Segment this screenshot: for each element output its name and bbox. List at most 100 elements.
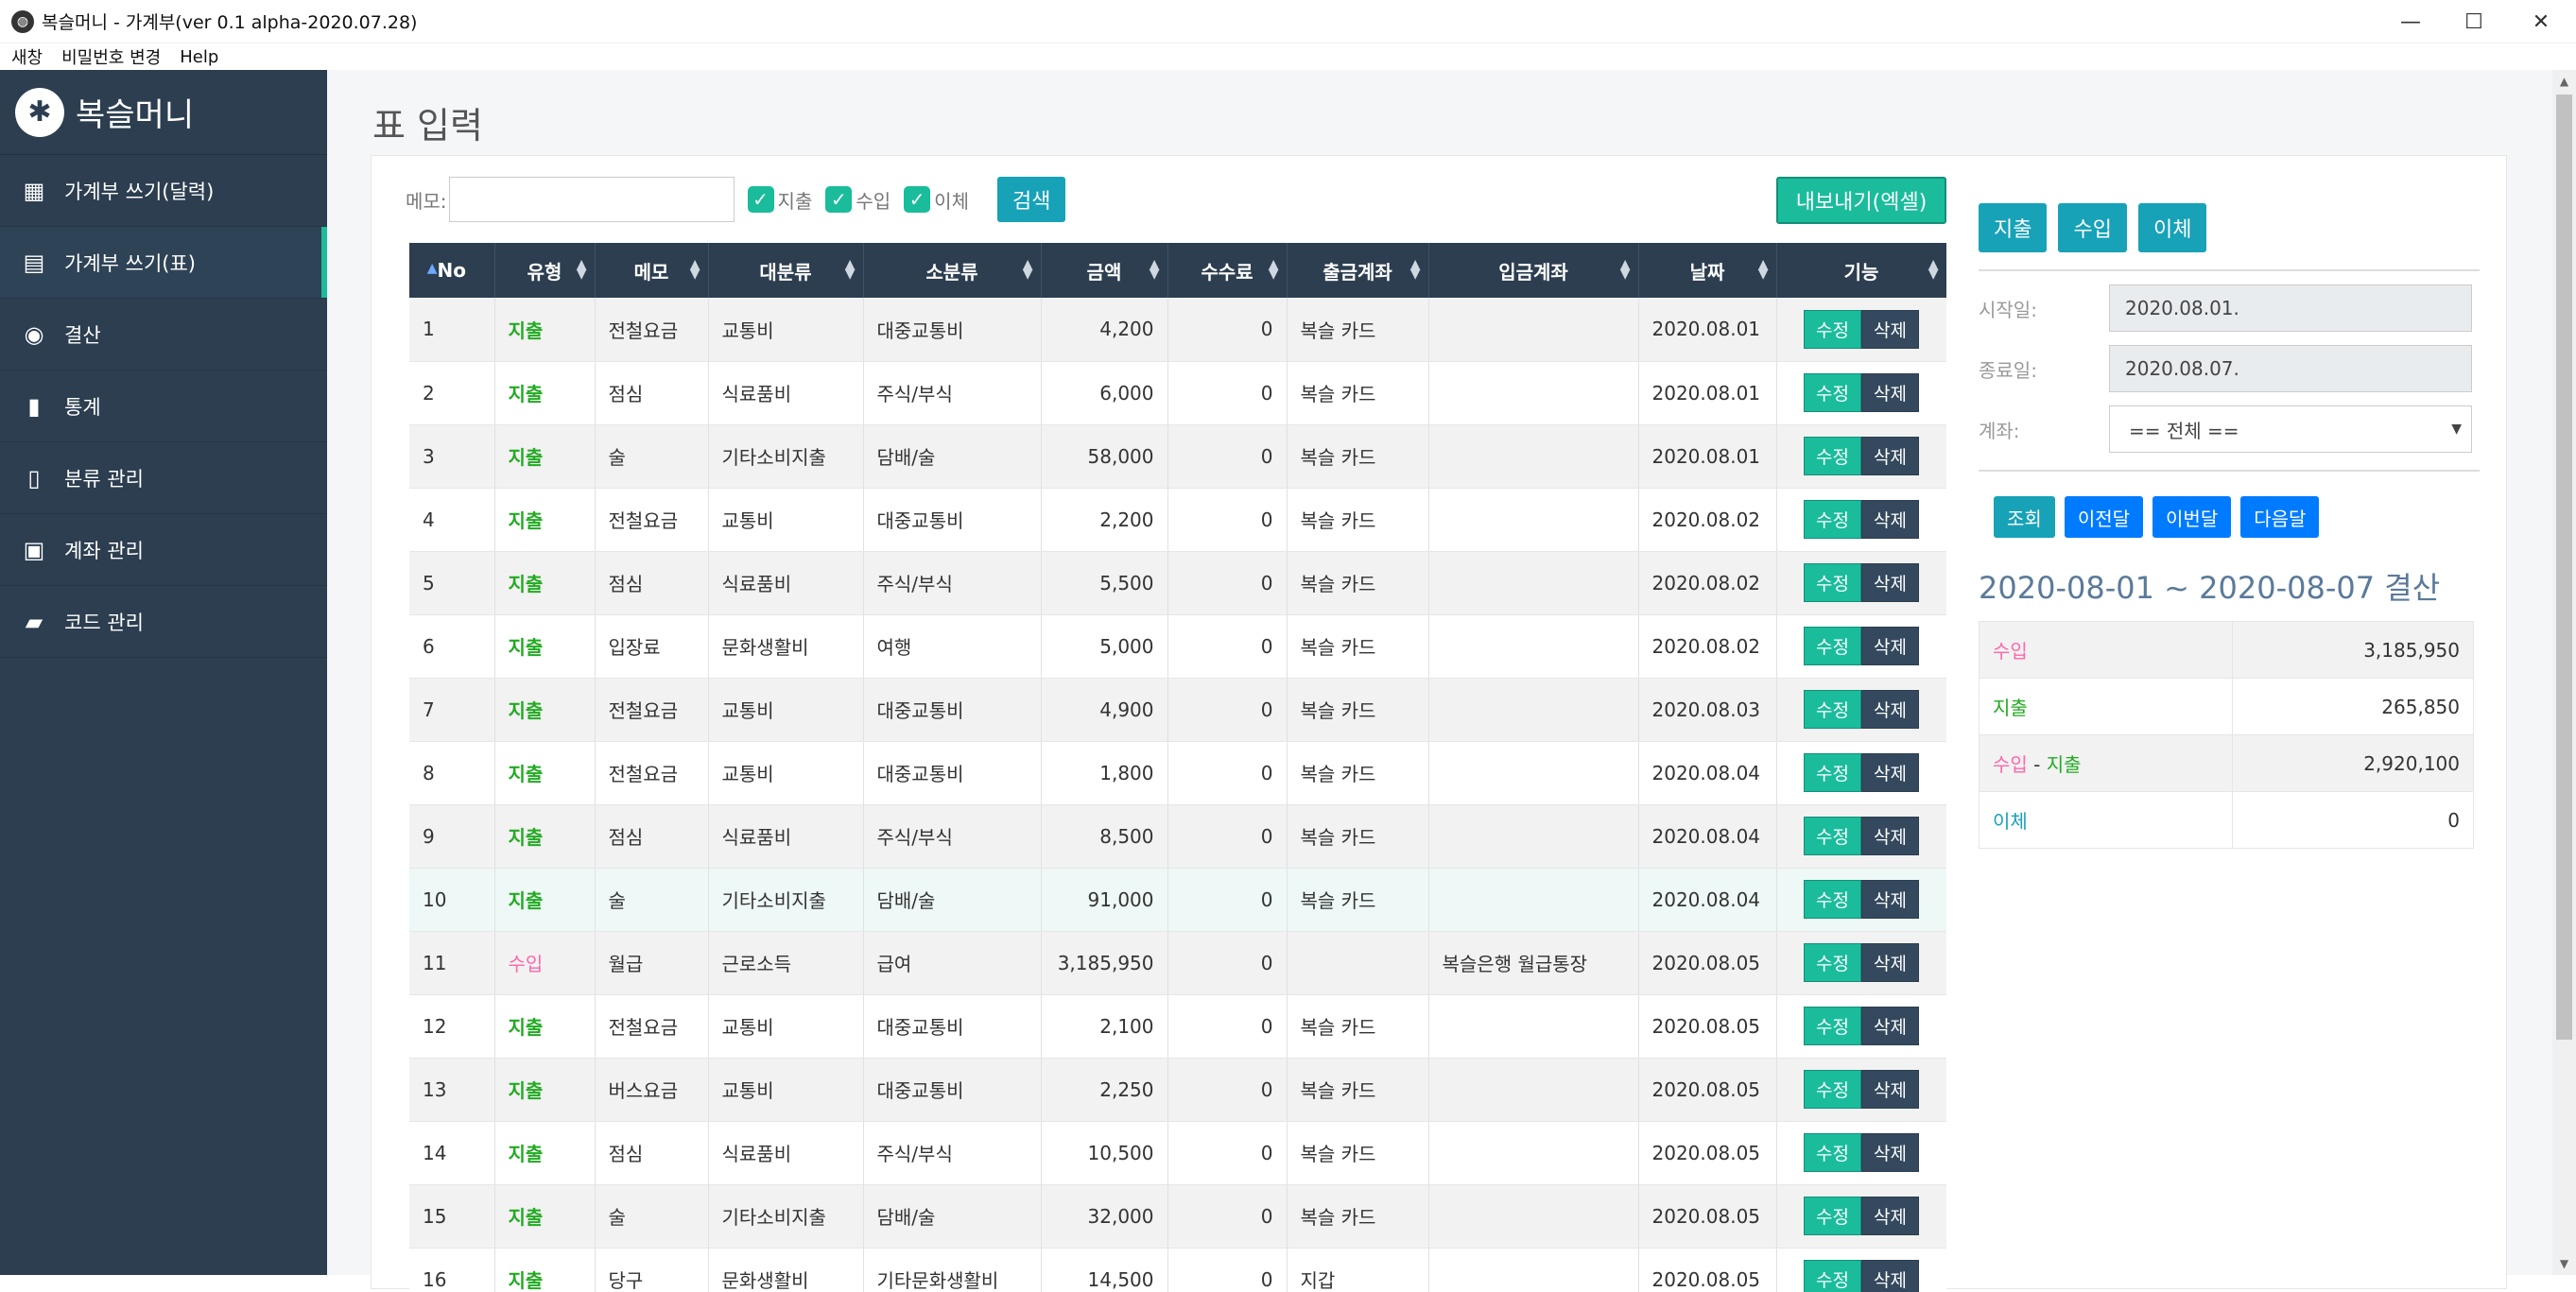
edit-button[interactable]: 수정 bbox=[1804, 943, 1861, 982]
menu-change-password[interactable]: 비밀번호 변경 bbox=[61, 44, 161, 69]
delete-button[interactable]: 삭제 bbox=[1861, 309, 1919, 349]
column-header-5[interactable]: 금액 ▲ ▼ bbox=[1041, 243, 1168, 298]
column-header-6[interactable]: 수수료 ▲ ▼ bbox=[1167, 243, 1288, 298]
delete-button[interactable]: 삭제 bbox=[1861, 943, 1919, 982]
table-row[interactable]: 3 지출 술 기타소비지출 담배/술 58,000 0 복슬 카드 2020.08.01 수정 삭제 bbox=[409, 424, 1946, 489]
table-row[interactable]: 11 수입 월급 근로소득 급여 3,185,950 0 복슬은행 월급통장 2020.08.0… bbox=[409, 931, 1946, 995]
memo-input[interactable] bbox=[448, 177, 735, 222]
filter-income-checkbox[interactable]: ✓ 수입 bbox=[825, 186, 890, 214]
column-header-3[interactable]: 대분류 ▲ ▼ bbox=[708, 243, 864, 298]
column-header-0[interactable]: No ▲ bbox=[409, 243, 495, 298]
edit-button[interactable]: 수정 bbox=[1804, 817, 1861, 855]
add-income-button[interactable]: 수입 bbox=[2058, 203, 2127, 252]
column-header-8[interactable]: 입금계좌 ▲ ▼ bbox=[1428, 243, 1639, 298]
delete-button[interactable]: 삭제 bbox=[1861, 753, 1919, 792]
column-header-label: No bbox=[437, 259, 466, 282]
sidebar-item-6[interactable]: ▰ 코드 관리 bbox=[0, 586, 327, 658]
table-row[interactable]: 8 지출 전철요금 교통비 대중교통비 1,800 0 복슬 카드 2020.08.04 수정 삭제 bbox=[409, 741, 1946, 805]
cell-날짜: 2020.08.03 bbox=[1638, 678, 1777, 742]
table-row[interactable]: 16 지출 당구 문화생활비 기타문화생활비 14,500 0 지갑 2020.08.05 수정 삭… bbox=[409, 1248, 1946, 1292]
sidebar-item-4[interactable]: ▯ 분류 관리 bbox=[0, 442, 327, 514]
edit-button[interactable]: 수정 bbox=[1804, 373, 1861, 412]
edit-button[interactable]: 수정 bbox=[1804, 690, 1861, 729]
column-header-10[interactable]: 기능 ▲ ▼ bbox=[1776, 243, 1946, 298]
sidebar-item-0[interactable]: ▦ 가계부 쓰기(달력) bbox=[0, 155, 327, 227]
edit-button[interactable]: 수정 bbox=[1804, 880, 1861, 919]
edit-button[interactable]: 수정 bbox=[1804, 500, 1861, 539]
add-expense-button[interactable]: 지출 bbox=[1979, 203, 2048, 252]
delete-button[interactable]: 삭제 bbox=[1861, 1070, 1919, 1109]
column-header-4[interactable]: 소분류 ▲ ▼ bbox=[863, 243, 1042, 298]
column-header-7[interactable]: 출금계좌 ▲ ▼ bbox=[1287, 243, 1429, 298]
table-row[interactable]: 15 지출 술 기타소비지출 담배/술 32,000 0 복슬 카드 2020.08.05 수정 삭… bbox=[409, 1184, 1946, 1249]
column-header-2[interactable]: 메모 ▲ ▼ bbox=[595, 243, 709, 298]
edit-button[interactable]: 수정 bbox=[1804, 1197, 1861, 1235]
this-month-button[interactable]: 이번달 bbox=[2152, 496, 2232, 538]
next-month-button[interactable]: 다음달 bbox=[2240, 496, 2320, 538]
delete-button[interactable]: 삭제 bbox=[1861, 1197, 1919, 1235]
brand[interactable]: ✱ 복슬머니 bbox=[0, 70, 327, 155]
table-row[interactable]: 9 지출 점심 식료품비 주식/부식 8,500 0 복슬 카드 2020.08.04 수정 삭제 bbox=[409, 804, 1946, 869]
scroll-down-icon[interactable]: ▼ bbox=[2552, 1252, 2576, 1275]
cell-수수료: 0 bbox=[1167, 298, 1288, 362]
column-header-1[interactable]: 유형 ▲ ▼ bbox=[494, 243, 596, 298]
table-row[interactable]: 10 지출 술 기타소비지출 담배/술 91,000 0 복슬 카드 2020.08.04 수정 삭… bbox=[409, 868, 1946, 932]
edit-button[interactable]: 수정 bbox=[1804, 1070, 1861, 1109]
edit-button[interactable]: 수정 bbox=[1804, 1007, 1861, 1045]
prev-month-button[interactable]: 이전달 bbox=[2064, 496, 2144, 538]
cell-날짜: 2020.08.01 bbox=[1638, 298, 1777, 362]
sidebar-item-5[interactable]: ▣ 계좌 관리 bbox=[0, 514, 327, 586]
table-row[interactable]: 7 지출 전철요금 교통비 대중교통비 4,900 0 복슬 카드 2020.08.03 수정 삭제 bbox=[409, 678, 1946, 742]
add-transfer-button[interactable]: 이체 bbox=[2137, 203, 2207, 252]
account-select[interactable]: == 전체 == ▼ bbox=[2109, 405, 2472, 453]
table-row[interactable]: 4 지출 전철요금 교통비 대중교통비 2,200 0 복슬 카드 2020.08.02 수정 삭제 bbox=[409, 488, 1946, 552]
table-row[interactable]: 12 지출 전철요금 교통비 대중교통비 2,100 0 복슬 카드 2020.08.05 수정 삭… bbox=[409, 994, 1946, 1059]
column-header-9[interactable]: 날짜 ▲ ▼ bbox=[1638, 243, 1777, 298]
menu-new-window[interactable]: 새창 bbox=[11, 44, 43, 69]
edit-button[interactable]: 수정 bbox=[1804, 563, 1861, 602]
scroll-up-icon[interactable]: ▲ bbox=[2552, 70, 2576, 93]
diff-sep: - bbox=[2027, 753, 2047, 776]
edit-button[interactable]: 수정 bbox=[1804, 1260, 1861, 1292]
table-row[interactable]: 13 지출 버스요금 교통비 대중교통비 2,250 0 복슬 카드 2020.08.05 수정 삭… bbox=[409, 1058, 1946, 1122]
vertical-scrollbar[interactable]: ▲ ▼ bbox=[2552, 70, 2576, 1275]
end-date-field[interactable]: 2020.08.07. bbox=[2109, 345, 2472, 392]
close-button[interactable]: ✕ bbox=[2508, 0, 2574, 43]
edit-button[interactable]: 수정 bbox=[1804, 309, 1861, 349]
edit-button[interactable]: 수정 bbox=[1804, 1133, 1861, 1172]
delete-button[interactable]: 삭제 bbox=[1861, 627, 1919, 665]
sidebar-item-1[interactable]: ▤ 가계부 쓰기(표) bbox=[0, 227, 327, 299]
edit-button[interactable]: 수정 bbox=[1804, 437, 1861, 475]
edit-button[interactable]: 수정 bbox=[1804, 753, 1861, 792]
delete-button[interactable]: 삭제 bbox=[1861, 690, 1919, 729]
delete-button[interactable]: 삭제 bbox=[1861, 1133, 1919, 1172]
delete-button[interactable]: 삭제 bbox=[1861, 817, 1919, 855]
delete-button[interactable]: 삭제 bbox=[1861, 1007, 1919, 1045]
query-button[interactable]: 조회 bbox=[1994, 496, 2055, 538]
maximize-button[interactable]: ☐ bbox=[2441, 0, 2507, 43]
cell-날짜: 2020.08.02 bbox=[1638, 614, 1777, 679]
scroll-thumb[interactable] bbox=[2556, 95, 2572, 1040]
table-row[interactable]: 14 지출 점심 식료품비 주식/부식 10,500 0 복슬 카드 2020.08.05 수정 삭… bbox=[409, 1121, 1946, 1185]
table-row[interactable]: 1 지출 전철요금 교통비 대중교통비 4,200 0 복슬 카드 2020.08.01 수정 삭제 bbox=[409, 298, 1946, 362]
delete-button[interactable]: 삭제 bbox=[1861, 1260, 1919, 1292]
delete-button[interactable]: 삭제 bbox=[1861, 500, 1919, 539]
export-excel-button[interactable]: 내보내기(엑셀) bbox=[1776, 177, 1946, 224]
delete-button[interactable]: 삭제 bbox=[1861, 437, 1919, 475]
table-row[interactable]: 6 지출 입장료 문화생활비 여행 5,000 0 복슬 카드 2020.08.02 수정 삭제 bbox=[409, 614, 1946, 679]
delete-button[interactable]: 삭제 bbox=[1861, 563, 1919, 602]
menu-help[interactable]: Help bbox=[180, 47, 218, 67]
sidebar-item-3[interactable]: ▮ 통계 bbox=[0, 370, 327, 442]
cell-유형: 지출 bbox=[494, 424, 596, 489]
edit-button[interactable]: 수정 bbox=[1804, 627, 1861, 665]
delete-button[interactable]: 삭제 bbox=[1861, 880, 1919, 919]
start-date-field[interactable]: 2020.08.01. bbox=[2109, 284, 2472, 332]
sidebar-item-2[interactable]: ◉ 결산 bbox=[0, 299, 327, 370]
table-row[interactable]: 5 지출 점심 식료품비 주식/부식 5,500 0 복슬 카드 2020.08.02 수정 삭제 bbox=[409, 551, 1946, 615]
search-button[interactable]: 검색 bbox=[996, 177, 1066, 222]
filter-expense-checkbox[interactable]: ✓ 지출 bbox=[747, 186, 812, 214]
delete-button[interactable]: 삭제 bbox=[1861, 373, 1919, 412]
minimize-button[interactable]: — bbox=[2377, 0, 2444, 43]
table-row[interactable]: 2 지출 점심 식료품비 주식/부식 6,000 0 복슬 카드 2020.08.01 수정 삭제 bbox=[409, 361, 1946, 425]
filter-transfer-checkbox[interactable]: ✓ 이체 bbox=[904, 186, 969, 214]
